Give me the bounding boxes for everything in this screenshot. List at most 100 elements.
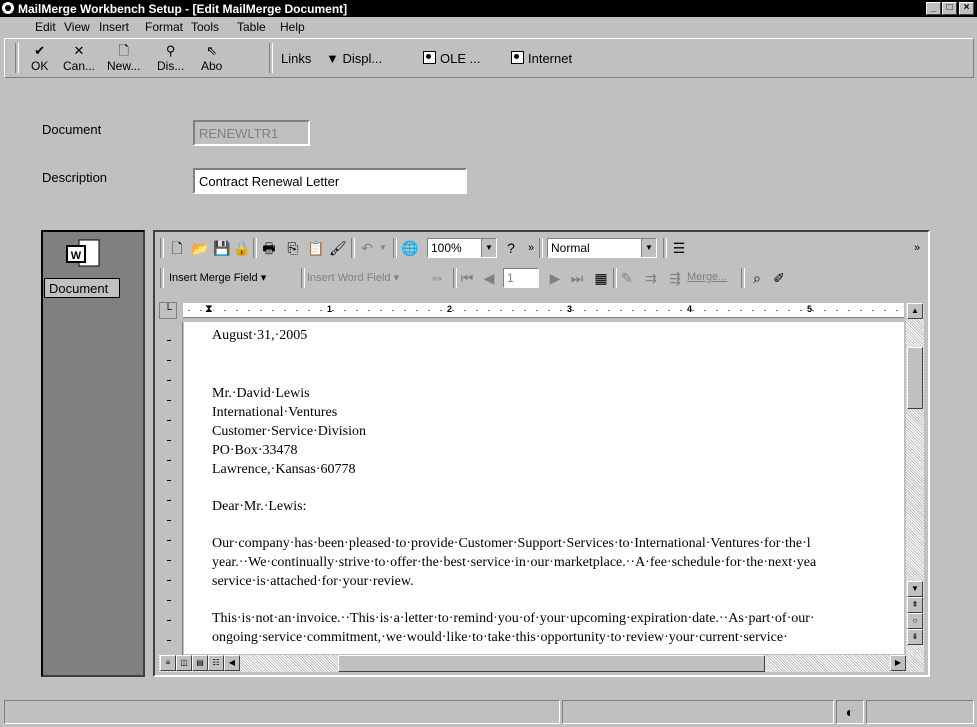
new-button[interactable]: 🗋 New... bbox=[107, 43, 140, 73]
scroll-up-icon[interactable]: ▲ bbox=[907, 303, 923, 319]
print-layout-view-icon[interactable]: ▤ bbox=[192, 655, 208, 671]
letter-address-line: International·Ventures bbox=[212, 405, 338, 420]
links-menu[interactable]: Links bbox=[281, 51, 311, 66]
view-merged-data-icon[interactable]: «» bbox=[429, 270, 445, 286]
tab-selector[interactable]: └ bbox=[159, 302, 177, 319]
overflow-chevron-icon[interactable]: » bbox=[909, 240, 925, 256]
scroll-left-icon[interactable]: ◀ bbox=[224, 655, 240, 671]
find-record-icon[interactable]: ⌕ bbox=[749, 270, 765, 286]
display-icon: ⚲ bbox=[165, 43, 176, 58]
globe-icon: ◐ bbox=[836, 700, 864, 724]
bullets-icon[interactable]: ☰ bbox=[671, 240, 687, 256]
ruler-tick bbox=[167, 400, 171, 401]
x-icon: ✕ bbox=[73, 43, 85, 58]
format-painter-icon[interactable]: 🖌 bbox=[329, 240, 347, 256]
merge-to-printer-icon[interactable]: ⇶ bbox=[667, 270, 683, 286]
display-menu-label: Displ... bbox=[342, 51, 383, 66]
vertical-scrollbar[interactable]: ▲ ▼ ⇞ ○ ⇟ bbox=[906, 303, 924, 655]
record-number-field[interactable]: 1 bbox=[503, 268, 539, 288]
ruler-mark: 5 bbox=[807, 304, 813, 314]
ole-menu[interactable]: OLE ... bbox=[423, 51, 480, 66]
insert-hyperlink-icon[interactable]: 🌐 bbox=[401, 240, 418, 256]
new-doc-icon[interactable]: 🗋 bbox=[169, 240, 185, 256]
edit-data-source-icon[interactable]: ✐ bbox=[771, 270, 787, 286]
display-menu[interactable]: ▼ Displ... bbox=[326, 51, 382, 66]
menu-help[interactable]: Help bbox=[280, 20, 305, 34]
menu-table[interactable]: Table bbox=[237, 20, 266, 34]
merge-to-new-document-icon[interactable]: ⇉ bbox=[643, 270, 659, 286]
internet-menu[interactable]: Internet bbox=[511, 51, 572, 66]
indent-marker-icon[interactable]: ⧗ bbox=[205, 303, 213, 316]
toolbar-separator bbox=[269, 43, 273, 73]
scroll-right-icon[interactable]: ▶ bbox=[890, 655, 906, 671]
ok-button[interactable]: ✔ OK bbox=[31, 43, 48, 73]
next-page-icon[interactable]: ⇟ bbox=[907, 629, 923, 645]
first-record-icon[interactable]: ⏮ bbox=[459, 270, 475, 286]
vertical-scroll-thumb[interactable] bbox=[907, 347, 923, 409]
merge-button[interactable]: Merge... bbox=[687, 271, 727, 283]
dropdown-arrow-icon[interactable]: ▼ bbox=[641, 239, 656, 257]
status-panel bbox=[562, 700, 834, 724]
last-record-icon[interactable]: ⏭ bbox=[569, 270, 585, 286]
print-icon[interactable]: 🖶 bbox=[261, 240, 277, 256]
undo-dropdown-icon[interactable]: ▼ bbox=[375, 240, 391, 256]
letter-paragraph-line: year.··We·continually·strive·to·offer·th… bbox=[212, 555, 817, 570]
status-bar: ◐ bbox=[0, 697, 977, 727]
horizontal-scroll-thumb[interactable] bbox=[338, 655, 765, 672]
toolbar-separator bbox=[741, 268, 745, 288]
outline-view-icon[interactable]: ☷ bbox=[208, 655, 224, 671]
nav-document-label[interactable]: Document bbox=[44, 278, 120, 298]
check-errors-icon[interactable]: ✎ bbox=[619, 270, 635, 286]
paste-icon[interactable]: 📋 bbox=[307, 240, 324, 256]
status-panel bbox=[866, 700, 974, 724]
display-button[interactable]: ⚲ Dis... bbox=[157, 43, 184, 73]
menu-edit[interactable]: Edit bbox=[35, 20, 56, 34]
insert-word-field-button[interactable]: Insert Word Field ▾ bbox=[307, 271, 399, 284]
description-field[interactable]: Contract Renewal Letter bbox=[193, 168, 467, 194]
close-button[interactable]: × bbox=[959, 2, 974, 15]
web-layout-view-icon[interactable]: ◫ bbox=[176, 655, 192, 671]
help-icon[interactable]: ? bbox=[503, 240, 519, 256]
zoom-combo[interactable]: 100% ▼ bbox=[427, 238, 497, 258]
horizontal-ruler[interactable]: 1 2 3 4 5 ⧗ bbox=[183, 303, 904, 318]
next-record-icon[interactable]: ▶ bbox=[547, 270, 563, 286]
select-browse-object-icon[interactable]: ○ bbox=[907, 613, 923, 629]
open-folder-icon[interactable]: 📂 bbox=[191, 240, 208, 256]
normal-view-icon[interactable]: ≡ bbox=[160, 655, 176, 671]
scroll-down-icon[interactable]: ▼ bbox=[907, 581, 923, 597]
overflow-chevron-icon[interactable]: » bbox=[523, 240, 539, 256]
help-pointer-icon: ⇖ bbox=[206, 43, 218, 58]
toolbar-grip bbox=[160, 238, 164, 258]
letter-salutation: Dear·Mr.·Lewis: bbox=[212, 499, 307, 514]
letter-address-line: Lawrence,·Kansas·60778 bbox=[212, 462, 356, 477]
menu-tools[interactable]: Tools bbox=[191, 20, 219, 34]
insert-merge-field-button[interactable]: Insert Merge Field ▾ bbox=[169, 271, 266, 284]
previous-record-icon[interactable]: ◀ bbox=[481, 270, 497, 286]
menu-insert[interactable]: Insert bbox=[99, 20, 129, 34]
letter-paragraph-line: service·is·attached·for·your·review. bbox=[212, 574, 414, 589]
maximize-button[interactable]: □ bbox=[942, 2, 957, 15]
cancel-button[interactable]: ✕ Can... bbox=[63, 43, 95, 73]
previous-page-icon[interactable]: ⇞ bbox=[907, 597, 923, 613]
zoom-value: 100% bbox=[431, 241, 462, 255]
horizontal-scrollbar[interactable]: ≡ ◫ ▤ ☷ ◀ ▶ bbox=[159, 655, 924, 672]
ruler-mark: 1 bbox=[327, 304, 333, 314]
dropdown-arrow-icon[interactable]: ▼ bbox=[481, 239, 496, 257]
menu-view[interactable]: View bbox=[64, 20, 90, 34]
about-button[interactable]: ⇖ Abo bbox=[201, 43, 222, 73]
copy-icon[interactable]: ⎘ bbox=[285, 240, 301, 256]
ok-label: OK bbox=[31, 59, 49, 73]
style-combo[interactable]: Normal ▼ bbox=[547, 238, 657, 258]
menu-format[interactable]: Format bbox=[145, 20, 183, 34]
save-icon[interactable]: 💾 bbox=[213, 240, 230, 256]
app-icon[interactable] bbox=[2, 2, 14, 14]
undo-icon[interactable]: ↶ bbox=[359, 240, 375, 256]
minimize-button[interactable]: _ bbox=[926, 2, 941, 15]
ruler-tick bbox=[167, 540, 171, 541]
document-page[interactable]: August·31,·2005 Mr.·David·Lewis Internat… bbox=[184, 322, 904, 654]
mail-merge-helper-icon[interactable]: ▦ bbox=[593, 270, 609, 286]
toolbar-separator bbox=[539, 238, 543, 258]
permission-icon[interactable]: 🔒 bbox=[233, 240, 250, 256]
insert-merge-field-label: Insert Merge Field bbox=[169, 272, 258, 284]
word-document-icon[interactable]: W bbox=[63, 238, 103, 276]
